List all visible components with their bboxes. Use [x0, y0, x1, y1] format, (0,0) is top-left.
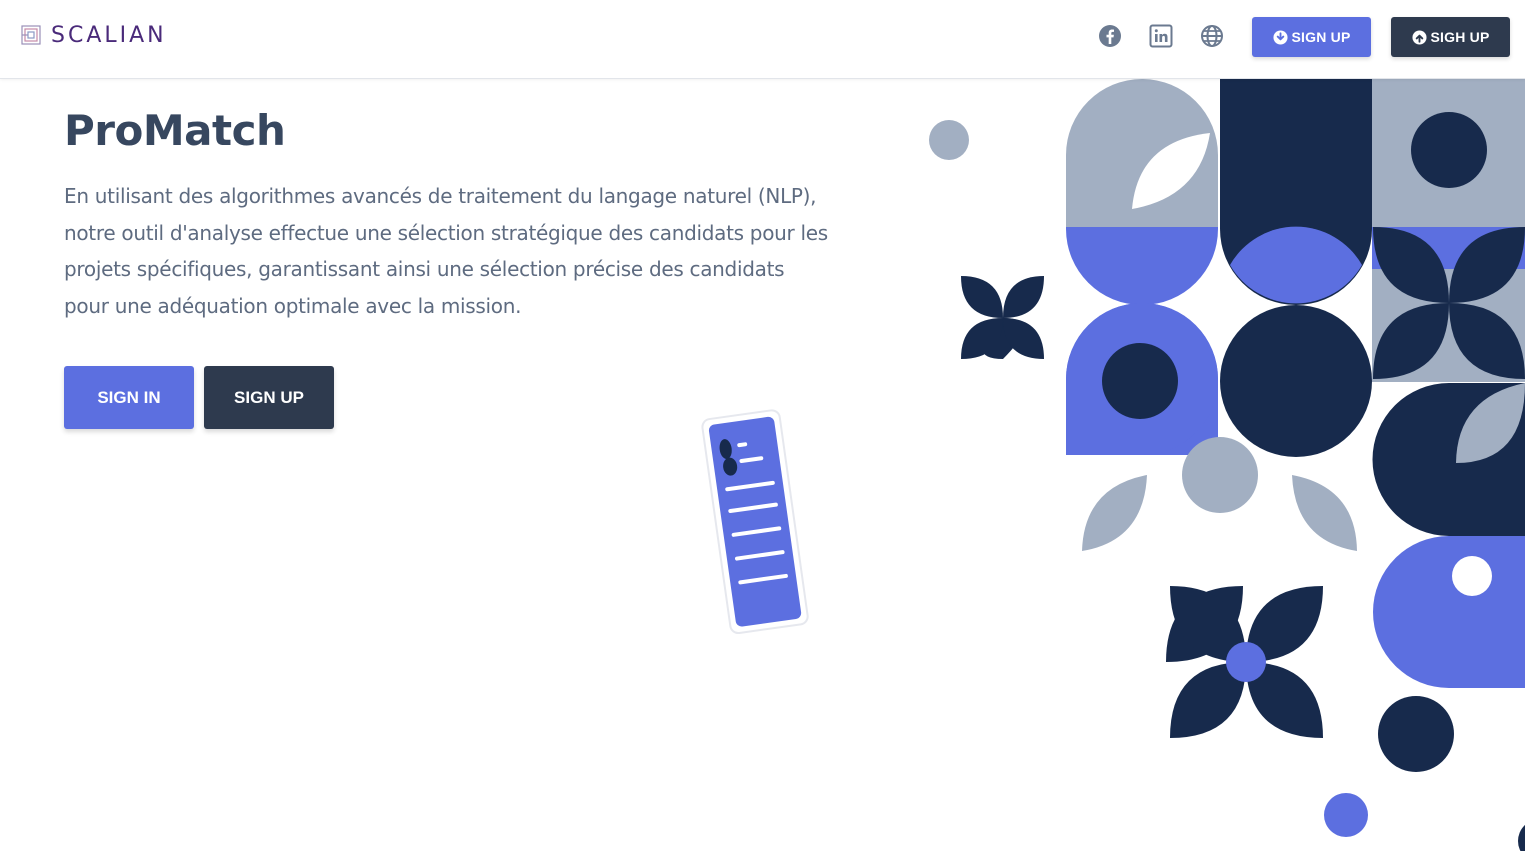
- geometric-pattern-illustration: [929, 79, 1525, 851]
- small-flower-shape: [961, 276, 1044, 359]
- globe-icon[interactable]: [1200, 24, 1224, 48]
- hero-title: ProMatch: [64, 106, 286, 155]
- facebook-icon[interactable]: [1098, 24, 1122, 48]
- resume-phone-illustration: [701, 409, 809, 635]
- nav-sighup-label: SIGH UP: [1430, 29, 1490, 45]
- nav-sighup-button[interactable]: SIGH UP: [1391, 17, 1510, 57]
- upload-circle-icon: [1411, 29, 1427, 45]
- signup-button[interactable]: SIGN UP: [204, 366, 334, 429]
- hero-description: En utilisant des algorithmes avancés de …: [64, 184, 828, 318]
- download-circle-icon: [1272, 29, 1288, 45]
- nav-signup-button[interactable]: SIGN UP: [1252, 17, 1371, 57]
- nav-signup-label: SIGN UP: [1291, 29, 1351, 45]
- scalian-logo-icon: [21, 25, 41, 45]
- brand-logo[interactable]: SCALIAN: [21, 22, 167, 48]
- signin-button[interactable]: SIGN IN: [64, 366, 194, 429]
- navbar: SCALIAN SIGN UP SIGH UP: [0, 0, 1525, 79]
- linkedin-icon[interactable]: [1149, 24, 1173, 48]
- brand-name: SCALIAN: [51, 22, 167, 48]
